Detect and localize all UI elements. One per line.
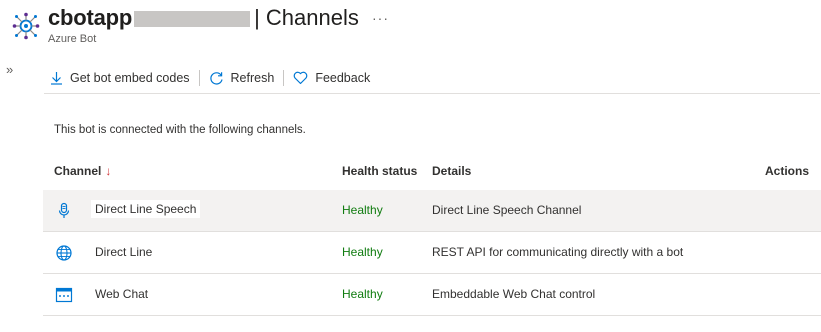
azure-bot-icon <box>12 12 40 40</box>
table-row[interactable]: Web Chat Healthy Embeddable Web Chat con… <box>43 274 821 316</box>
refresh-label: Refresh <box>230 71 275 85</box>
more-options-button[interactable]: ··· <box>372 10 389 26</box>
globe-icon <box>56 245 72 261</box>
get-embed-codes-label: Get bot embed codes <box>70 71 190 85</box>
channel-details: Embeddable Web Chat control <box>432 287 596 301</box>
health-status: Healthy <box>342 203 383 217</box>
channel-name-link[interactable]: Direct Line <box>95 245 152 259</box>
title-block: cbotapp | Channels Azure Bot <box>48 4 359 45</box>
feedback-label: Feedback <box>315 71 371 85</box>
feedback-button[interactable]: Feedback <box>287 71 376 85</box>
download-icon <box>51 72 62 85</box>
refresh-button[interactable]: Refresh <box>203 71 281 86</box>
column-header-actions: Actions <box>765 164 810 178</box>
page-name: Channels <box>265 5 359 30</box>
page-title: cbotapp | Channels <box>48 4 359 32</box>
table-row[interactable]: Direct Line Healthy REST API for communi… <box>43 232 821 274</box>
web-chat-icon <box>55 287 73 303</box>
channels-page: cbotapp | Channels Azure Bot ··· » Get b… <box>0 0 821 332</box>
column-header-channel-label: Channel <box>54 164 102 178</box>
toolbar-divider <box>283 70 285 86</box>
redacted-block <box>134 11 251 27</box>
command-bar: Get bot embed codes Refresh Feedback <box>44 66 820 94</box>
table-row[interactable]: Direct Line Speech Healthy Direct Line S… <box>43 190 821 232</box>
channel-name-link[interactable]: Web Chat <box>95 287 148 301</box>
microphone-icon <box>58 202 70 218</box>
channel-details: Direct Line Speech Channel <box>432 203 582 217</box>
title-separator: | <box>254 5 260 30</box>
column-header-channel[interactable]: Channel ↓ <box>54 164 111 178</box>
health-status: Healthy <box>342 287 383 301</box>
table-header: Channel ↓ Health status Details Actions <box>43 156 821 190</box>
intro-text: This bot is connected with the following… <box>54 124 306 136</box>
get-embed-codes-button[interactable]: Get bot embed codes <box>44 71 196 85</box>
app-name: cbotapp <box>48 5 133 30</box>
health-status: Healthy <box>342 245 383 259</box>
toolbar-divider <box>198 70 200 86</box>
refresh-icon <box>209 71 223 85</box>
expand-menu-icon[interactable]: » <box>6 62 13 77</box>
sort-descending-icon: ↓ <box>105 164 112 178</box>
column-header-details: Details <box>432 164 472 178</box>
resource-type: Azure Bot <box>48 33 97 45</box>
page-header: cbotapp | Channels Azure Bot <box>12 4 359 48</box>
channels-table: Channel ↓ Health status Details Actions D… <box>43 156 821 316</box>
channel-details: REST API for communicating directly with… <box>432 245 684 259</box>
channel-name-link[interactable]: Direct Line Speech <box>91 200 201 218</box>
heart-icon <box>293 71 308 85</box>
column-header-health: Health status <box>342 164 418 178</box>
